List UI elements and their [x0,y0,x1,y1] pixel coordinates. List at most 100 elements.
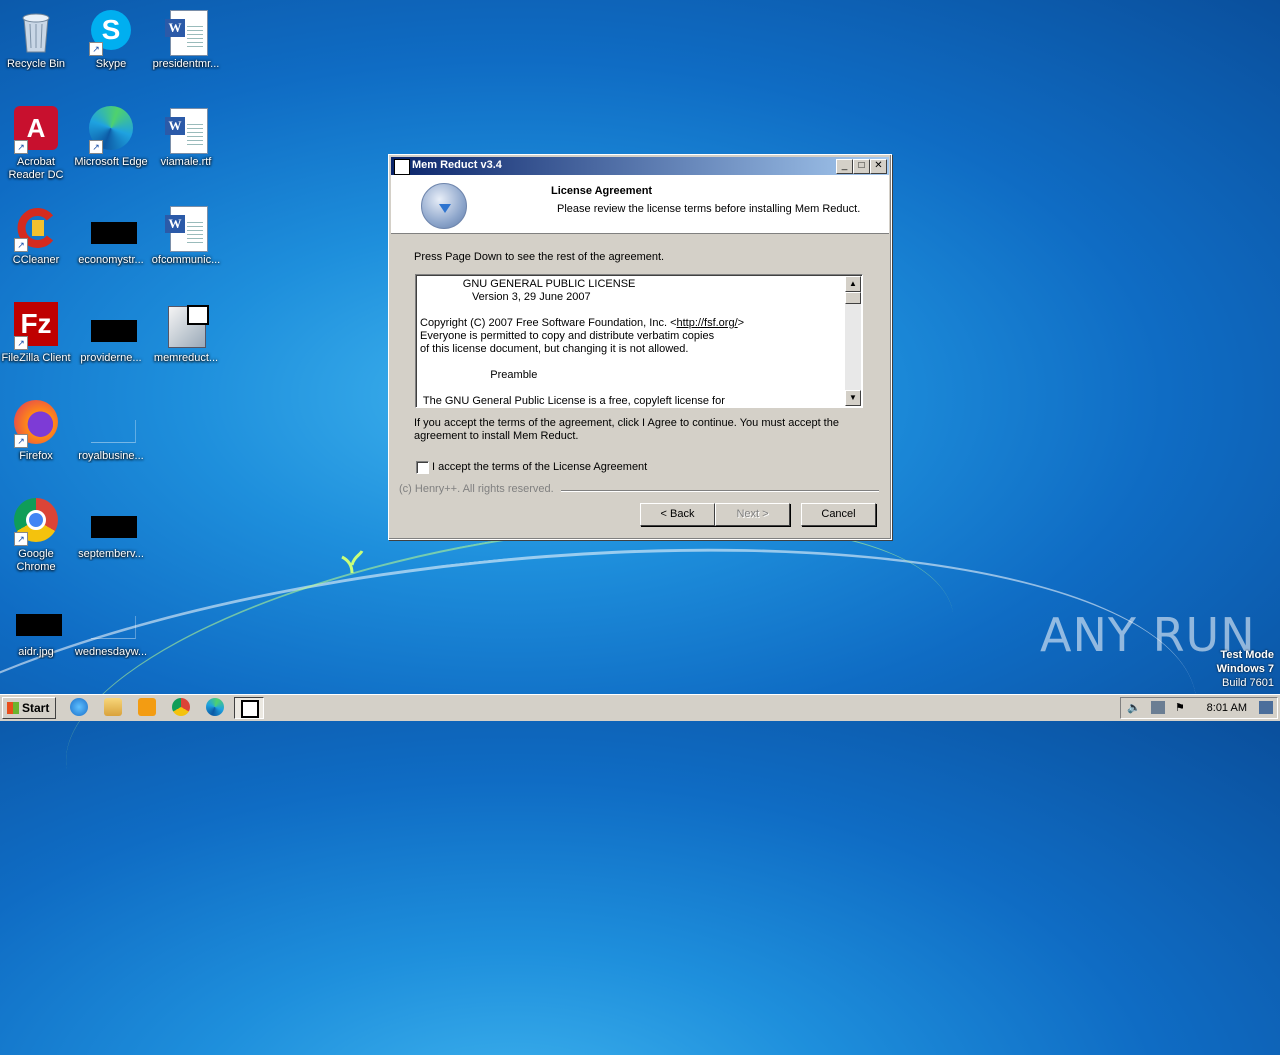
word-document-icon: W [165,10,208,56]
test-mode-line3: Build 7601 [1222,677,1274,689]
shortcut-arrow-icon: ↗ [89,140,103,154]
license-scrollbar[interactable]: ▲ ▼ [845,276,861,406]
desktop-icon-label: viamale.rtf [160,156,212,168]
close-button[interactable]: ✕ [870,159,887,174]
shortcut-arrow-icon: ↗ [14,532,28,546]
installer-dialog: Mem Reduct v3.4 _ □ ✕ License Agreement … [388,154,892,540]
branding-divider [561,490,879,492]
scroll-up-button[interactable]: ▲ [845,276,861,292]
license-text: GNU GENERAL PUBLIC LICENSE Version 3, 29… [420,278,840,408]
media-player-icon[interactable] [138,698,156,716]
desktop-icon-label: Google Chrome [16,548,56,573]
accept-info-text: If you accept the terms of the agreement… [414,417,839,442]
dialog-title: Mem Reduct v3.4 [412,159,502,171]
explorer-folder-icon[interactable] [104,698,122,716]
desktop-icon-label: FileZilla Client [1,352,71,364]
clock[interactable]: 8:01 AM [1207,702,1247,714]
desktop-icon-label: memreduct... [153,352,219,364]
desktop-icon-septemberv[interactable]: septemberv... [73,498,149,561]
accept-checkbox-label[interactable]: I accept the terms of the License Agreem… [432,461,647,473]
desktop-icon-label: CCleaner [12,254,60,266]
edge-taskbar-icon[interactable] [206,698,224,716]
scroll-down-button[interactable]: ▼ [845,390,861,406]
action-center-flag-icon[interactable]: ⚑ [1175,701,1189,714]
dialog-titlebar[interactable]: Mem Reduct v3.4 _ □ ✕ [391,157,889,175]
next-button[interactable]: Next > [715,503,790,526]
dialog-header: License Agreement Please review the lice… [391,175,889,234]
desktop-icon-label: Skype [95,58,127,70]
file-thumbnail [91,516,137,538]
desktop-icon-ofcommunic[interactable]: W ofcommunic... [148,204,224,267]
back-button[interactable]: < Back [640,503,715,526]
branding-text: (c) Henry++. All rights reserved. [399,483,554,495]
desktop-icon-edge[interactable]: ↗ Microsoft Edge [73,106,149,169]
desktop-icon-label: ofcommunic... [151,254,221,266]
desktop-icon-label: royalbusine... [78,450,144,462]
desktop-icon-label: Acrobat Reader DC [8,156,64,181]
chrome-taskbar-icon[interactable] [172,698,190,716]
shortcut-arrow-icon: ↗ [14,140,28,154]
desktop-icon-chrome[interactable]: ↗ Google Chrome [0,498,74,574]
accept-checkbox[interactable] [416,461,429,474]
wallpaper-sprout-icon [341,550,364,574]
shortcut-arrow-icon: ↗ [89,42,103,56]
mem-reduct-task-icon [241,700,259,718]
desktop-icon-label: Microsoft Edge [74,156,148,168]
network-icon[interactable] [1151,701,1165,714]
scroll-thumb[interactable] [845,292,861,304]
shortcut-arrow-icon: ↗ [14,238,28,252]
start-button[interactable]: Start [2,697,56,719]
desktop-icon-firefox[interactable]: ↗ Firefox [0,400,74,463]
test-mode-line1: Test Mode [1220,649,1274,661]
desktop-icon-memreduct[interactable]: memreduct... [148,302,224,365]
app-icon [394,159,410,175]
desktop-icon-label: Firefox [19,450,53,462]
license-line: Version 3, 29 June 2007 [420,291,591,303]
taskbar: Start 🔈 ⚑ 8:01 AM [0,694,1280,721]
desktop-icon-economystr[interactable]: economystr... [73,204,149,267]
test-mode-line2: Windows 7 [1216,663,1274,675]
license-line: The GNU General Public License is a free… [420,395,725,407]
mem-reduct-task-button[interactable] [234,697,264,719]
file-thumbnail [91,420,136,443]
file-thumbnail [91,222,137,244]
word-document-icon: W [165,206,208,252]
desktop-icon-filezilla[interactable]: Fz ↗ FileZilla Client [0,302,74,365]
license-line: > [737,317,745,329]
desktop-icon-providerne[interactable]: providerne... [73,302,149,365]
license-line: Copyright (C) 2007 Free Software Foundat… [420,317,677,329]
show-desktop-icon[interactable] [1259,701,1273,714]
desktop-icon-aidr[interactable]: aidr.jpg [0,596,74,659]
desktop-icon-skype[interactable]: S ↗ Skype [73,8,149,71]
mem-reduct-logo-icon [421,183,467,229]
maximize-button[interactable]: □ [853,159,870,174]
file-thumbnail [91,320,137,342]
desktop-icon-label: presidentmr... [152,58,220,70]
license-line: GNU GENERAL PUBLIC LICENSE [420,278,636,290]
desktop-icon-ccleaner[interactable]: ↗ CCleaner [0,204,74,267]
desktop-icon-royalbusine[interactable]: royalbusine... [73,400,149,463]
desktop-icon-wednesdayw[interactable]: wednesdayw... [73,596,149,659]
header-subtitle: Please review the license terms before i… [557,203,861,215]
license-line: Everyone is permitted to copy and distri… [420,330,715,342]
desktop-icon-label: wednesdayw... [74,646,148,658]
cancel-button[interactable]: Cancel [801,503,876,526]
license-textbox[interactable]: GNU GENERAL PUBLIC LICENSE Version 3, 29… [415,274,863,408]
shortcut-arrow-icon: ↗ [14,336,28,350]
minimize-button[interactable]: _ [836,159,853,174]
recycle-bin-icon [22,13,50,53]
license-line: of this license document, but changing i… [420,343,689,355]
word-document-icon: W [165,108,208,154]
desktop-icon-recycle-bin[interactable]: Recycle Bin [0,8,74,71]
fsf-link[interactable]: http://fsf.org/ [677,317,738,329]
system-tray: 🔈 ⚑ 8:01 AM [1120,697,1278,719]
start-label: Start [22,701,50,715]
desktop-icon-label: economystr... [78,254,144,266]
volume-icon[interactable]: 🔈 [1127,701,1141,714]
header-title: License Agreement [551,185,653,197]
desktop-icon-acrobat[interactable]: A ↗ Acrobat Reader DC [0,106,74,182]
internet-explorer-icon[interactable] [70,698,88,716]
desktop-icon-viamale[interactable]: W viamale.rtf [148,106,224,169]
file-thumbnail [91,616,136,639]
desktop-icon-presidentmr[interactable]: W presidentmr... [148,8,224,71]
